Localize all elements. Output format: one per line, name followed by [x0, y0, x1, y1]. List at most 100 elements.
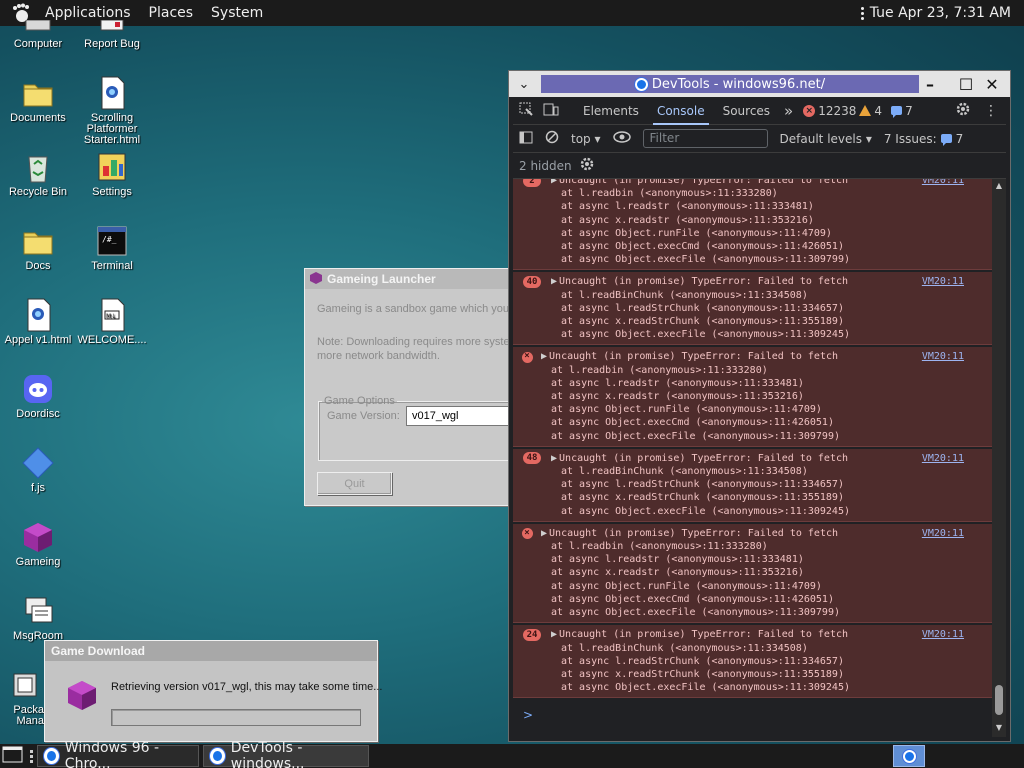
console-error-header[interactable]: 48 ▶ Uncaught (in promise) TypeError: Fail… — [513, 452, 986, 465]
source-link[interactable]: VM20:11 — [922, 275, 964, 288]
scroll-up-arrow-icon[interactable]: ▲ — [992, 179, 1006, 193]
close-icon[interactable]: ✕ — [981, 73, 1003, 95]
source-link[interactable]: VM20:11 — [922, 452, 964, 465]
console-error-header[interactable]: × ▶ Uncaught (in promise) TypeError: Faile… — [513, 350, 986, 363]
desktop-icon-label: Settings — [92, 186, 132, 198]
console-error-message[interactable]: 24 ▶ Uncaught (in promise) TypeError: Fail… — [513, 625, 992, 699]
console-error-message[interactable]: × ▶ Uncaught (in promise) TypeError: Faile… — [513, 347, 992, 447]
console-error-message[interactable]: 40 ▶ Uncaught (in promise) TypeError: Fail… — [513, 272, 992, 346]
expand-triangle-icon[interactable]: ▶ — [551, 275, 557, 288]
console-error-header[interactable]: 2 ▶ Uncaught (in promise) TypeError: Faile… — [513, 179, 986, 187]
console-error-message[interactable]: 48 ▶ Uncaught (in promise) TypeError: Fail… — [513, 448, 992, 522]
console-settings-gear-icon[interactable] — [580, 157, 594, 174]
svg-text:/#_: /#_ — [102, 235, 117, 244]
console-prompt[interactable]: > — [513, 700, 992, 722]
download-titlebar[interactable]: Game Download — [45, 641, 377, 661]
desktop-icon-recycle-bin[interactable]: Recycle Bin — [0, 150, 76, 198]
source-link[interactable]: VM20:11 — [922, 179, 964, 187]
applications-menu[interactable]: Applications — [36, 5, 140, 21]
clock[interactable]: Tue Apr 23, 7:31 AM — [860, 5, 1011, 21]
show-desktop-icon[interactable] — [2, 744, 24, 768]
console-error-message[interactable]: × ▶ Uncaught (in promise) TypeError: Faile… — [513, 523, 992, 624]
more-tabs-icon[interactable]: » — [784, 102, 793, 120]
console-error-message[interactable]: 2 ▶ Uncaught (in promise) TypeError: Faile… — [513, 179, 992, 271]
download-message: Retrieving version v017_wgl, this may ta… — [111, 681, 383, 693]
inspect-element-icon[interactable] — [519, 102, 533, 119]
expand-triangle-icon[interactable]: ▶ — [541, 350, 547, 363]
desktop-icon-fjs[interactable]: f.js — [0, 446, 76, 494]
desktop-icon-report-bug[interactable]: Report Bug — [74, 19, 150, 50]
desktop-icon-doordisc[interactable]: Doordisc — [0, 372, 76, 420]
system-menu[interactable]: System — [202, 5, 272, 21]
desktop-icon-label: Scrolling Platformer Starter.html — [83, 112, 141, 146]
expand-triangle-icon[interactable]: ▶ — [551, 179, 557, 187]
desktop-icon-label: Recycle Bin — [8, 186, 68, 198]
clear-console-icon[interactable] — [545, 130, 559, 147]
devtools-titlebar[interactable]: ⌄ DevTools - windows96.net/ – ☐ ✕ — [509, 71, 1010, 97]
stack-trace-line: at async Object.runFile (<anonymous>:11:… — [551, 404, 822, 416]
console-error-header[interactable]: × ▶ Uncaught (in promise) TypeError: Faile… — [513, 527, 986, 540]
desktop-icon-settings[interactable]: Settings — [74, 150, 150, 198]
console-scrollbar[interactable]: ▲ ▼ — [992, 179, 1006, 737]
source-link[interactable]: VM20:11 — [922, 527, 964, 540]
expand-triangle-icon[interactable]: ▶ — [541, 527, 547, 540]
settings-gear-icon[interactable] — [956, 102, 970, 119]
desktop-icon-gameing[interactable]: Gameing — [0, 520, 76, 568]
scrollbar-thumb[interactable] — [995, 685, 1003, 715]
live-expression-eye-icon[interactable] — [612, 131, 631, 146]
desktop-icon-computer[interactable]: Computer — [0, 19, 76, 50]
desktop-icon-terminal[interactable]: /#_ Terminal — [74, 224, 150, 272]
error-counter[interactable]: × 12238 4 7 — [803, 104, 913, 118]
launcher-titlebar[interactable]: Gameing Launcher — [305, 269, 523, 289]
quit-button[interactable]: Quit — [317, 472, 392, 495]
clock-label: Tue Apr 23, 7:31 AM — [869, 5, 1011, 21]
tray-chrome-icon[interactable] — [893, 745, 925, 767]
console-error-header[interactable]: 40 ▶ Uncaught (in promise) TypeError: Fail… — [513, 275, 986, 289]
devtools-window[interactable]: ⌄ DevTools - windows96.net/ – ☐ ✕ Elemen… — [508, 70, 1011, 742]
msgroom-icon — [21, 594, 55, 628]
stack-trace-line: at async Object.execFile (<anonymous>:11… — [561, 329, 850, 341]
stack-trace-line: at l.readBinChunk (<anonymous>:11:334508… — [561, 642, 808, 654]
tab-console[interactable]: Console — [652, 98, 709, 125]
chrome-icon — [634, 77, 648, 91]
desktop-icon-package-manager[interactable]: Packa Mana — [0, 668, 44, 727]
tab-elements[interactable]: Elements — [579, 98, 643, 124]
stack-trace-line: at async x.readStrChunk (<anonymous>:11:… — [561, 668, 844, 680]
sidebar-toggle-icon[interactable] — [519, 131, 533, 147]
desktop-icon-scrolling-platformer[interactable]: Scrolling Platformer Starter.html — [74, 76, 150, 146]
default-levels-dropdown[interactable]: Default levels ▾ — [780, 132, 872, 146]
message-icon — [940, 134, 952, 146]
desktop-icon-welcome[interactable]: M↓ WELCOME.... — [74, 298, 150, 346]
filter-input[interactable]: Filter — [642, 129, 768, 148]
more-options-icon[interactable]: ⋮ — [984, 103, 998, 119]
desktop-icon-documents[interactable]: Documents — [0, 76, 76, 124]
game-options-legend: Game Options — [324, 395, 395, 407]
tab-sources[interactable]: Sources — [719, 98, 774, 124]
maximize-icon[interactable]: ☐ — [955, 73, 977, 95]
console-error-header[interactable]: 24 ▶ Uncaught (in promise) TypeError: Fail… — [513, 628, 986, 641]
taskbar-item-devtools[interactable]: DevTools - windows... — [203, 740, 369, 768]
taskbar-item-windows96-chrome[interactable]: Windows 96 - Chro... — [37, 740, 199, 768]
gameing-launcher-window[interactable]: Gameing Launcher Gameing is a sandbox ga… — [304, 268, 533, 506]
places-menu[interactable]: Places — [140, 5, 203, 21]
stack-trace-line: at async Object.execCmd (<anonymous>:11:… — [551, 593, 834, 605]
scroll-down-arrow-icon[interactable]: ▼ — [992, 721, 1006, 735]
context-selector[interactable]: top ▾ — [571, 132, 601, 146]
chevron-down-icon[interactable]: ⌄ — [509, 77, 539, 92]
device-toolbar-icon[interactable] — [543, 102, 559, 119]
expand-triangle-icon[interactable]: ▶ — [551, 452, 557, 465]
source-link[interactable]: VM20:11 — [922, 350, 964, 363]
desktop-icon-label: Appel v1.html — [4, 334, 72, 346]
console-toolbar: top ▾ Filter Default levels ▾ 7 Issues: … — [513, 125, 1006, 153]
desktop-icon-docs[interactable]: Docs — [0, 224, 76, 272]
message-icon — [891, 106, 903, 118]
source-link[interactable]: VM20:11 — [922, 628, 964, 641]
game-download-dialog[interactable]: Game Download Retrieving version v017_wg… — [44, 640, 382, 742]
expand-triangle-icon[interactable]: ▶ — [551, 628, 557, 641]
minimize-icon[interactable]: – — [919, 73, 941, 95]
console-messages[interactable]: 2 ▶ Uncaught (in promise) TypeError: Faile… — [513, 179, 992, 737]
issues-button[interactable]: 7 Issues: 7 — [884, 132, 963, 146]
desktop-icon-appel[interactable]: Appel v1.html — [0, 298, 76, 346]
hidden-count: 2 hidden — [519, 158, 572, 173]
desktop-icon-msgroom[interactable]: MsgRoom — [0, 594, 76, 642]
